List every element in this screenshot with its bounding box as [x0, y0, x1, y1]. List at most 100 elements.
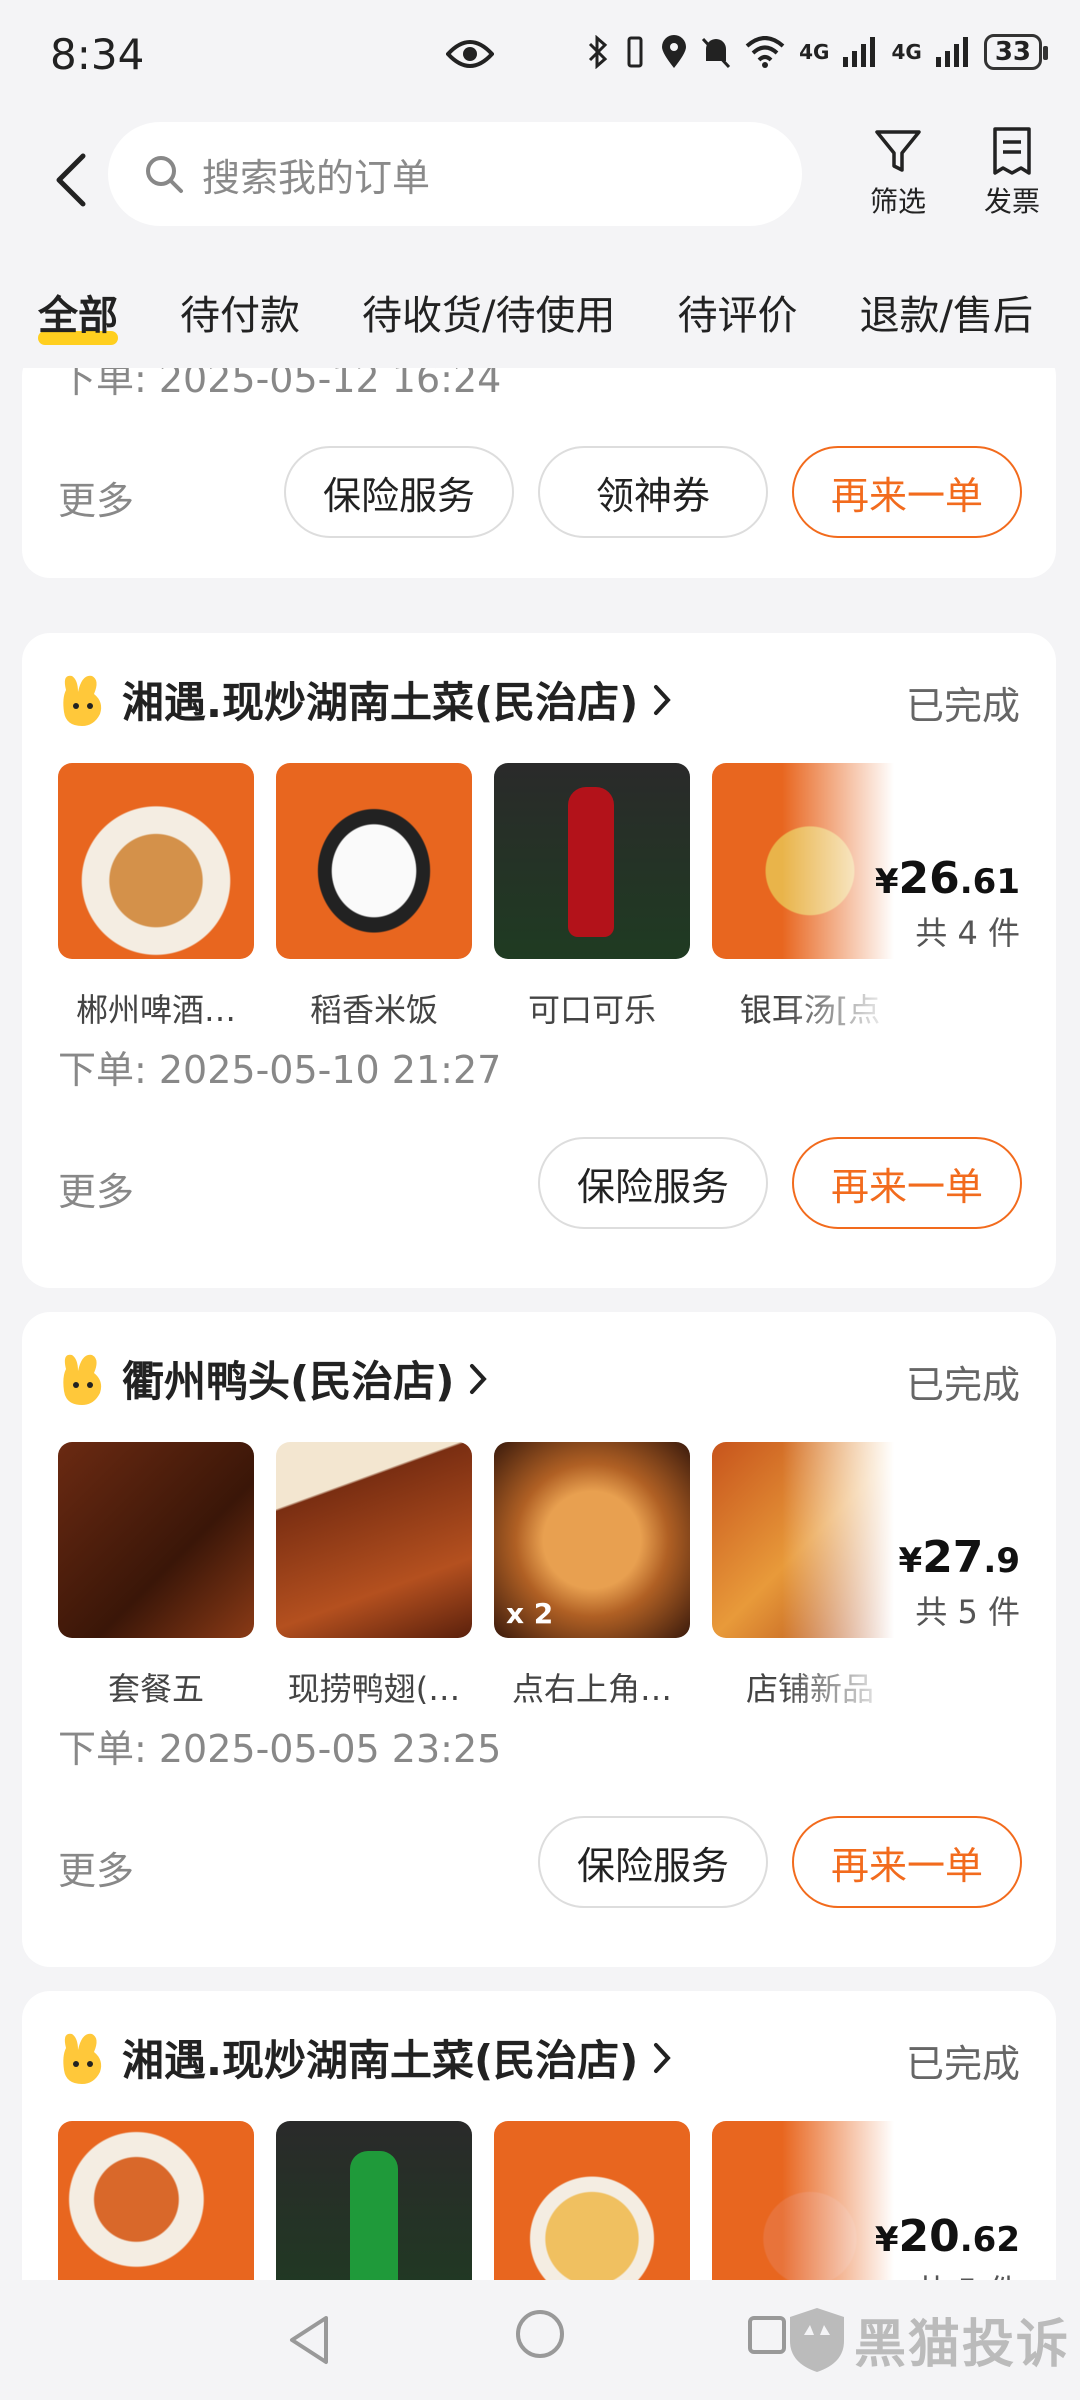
filter-button[interactable]: 筛选	[858, 126, 938, 220]
wifi-icon	[745, 36, 785, 68]
shop-link[interactable]: 湘遇.现炒湖南土菜(民治店)	[58, 669, 672, 730]
list-item[interactable]: 稻香米饭	[276, 763, 472, 1031]
tab-pending-review[interactable]: 待评价	[677, 283, 797, 341]
price-integer: 20	[898, 2211, 960, 2262]
more-button[interactable]: 更多	[58, 1161, 134, 1216]
signal-2-label: 4G	[891, 40, 922, 64]
chevron-right-icon	[654, 2042, 672, 2073]
item-name: 稻香米饭	[309, 991, 438, 1029]
signal-icon	[843, 37, 876, 67]
item-image	[58, 763, 254, 959]
order-tabs: 全部 待付款 待收货/待使用 待评价 退款/售后	[0, 262, 1080, 362]
insurance-button[interactable]: 保险服务	[538, 1137, 768, 1229]
shop-link[interactable]: 衢州鸭头(民治店)	[58, 1348, 488, 1409]
list-item[interactable]: 可口可乐	[494, 763, 690, 1031]
signal-icon	[935, 37, 968, 67]
order-card[interactable]: 衢州鸭头(民治店) 已完成 套餐五 现捞鸭翅(… x 2 点右上角… 店铺新品	[22, 1312, 1056, 1967]
list-item[interactable]	[494, 2121, 690, 2280]
tab-all[interactable]: 全部	[38, 283, 118, 345]
shop-name: 湘遇.现炒湖南土菜(民治店)	[122, 678, 639, 727]
insurance-button[interactable]: 保险服务	[284, 446, 514, 538]
quantity-badge: x 2	[506, 1597, 554, 1630]
status-time: 8:34	[50, 30, 145, 79]
order-card[interactable]: 湘遇.现炒湖南土菜(民治店) 已完成 郴州啤酒… 稻香米饭 可口可乐 银耳汤[点	[22, 633, 1056, 1288]
nav-home-icon[interactable]	[516, 2310, 564, 2358]
status-icons: 4G 4G 33	[587, 34, 1049, 70]
system-nav-bar: 黑猫投诉	[0, 2280, 1080, 2400]
search-input[interactable]: 搜索我的订单	[108, 122, 802, 226]
mute-bell-icon	[702, 37, 731, 69]
chevron-right-icon	[654, 684, 672, 715]
list-item[interactable]: 套餐五	[58, 1442, 254, 1710]
list-item[interactable]: x 2 点右上角…	[494, 1442, 690, 1710]
nav-back-icon[interactable]	[286, 2314, 332, 2366]
reorder-button[interactable]: 再来一单	[792, 446, 1022, 538]
shop-link[interactable]: 湘遇.现炒湖南土菜(民治店)	[58, 2027, 672, 2088]
item-name: 点右上角…	[511, 1670, 672, 1708]
price-decimal: .9	[983, 1541, 1020, 1581]
reorder-button[interactable]: 再来一单	[792, 1816, 1022, 1908]
item-count: 共 4 件	[915, 914, 1020, 952]
shop-name: 衢州鸭头(民治店)	[122, 1357, 455, 1406]
tab-pending-payment[interactable]: 待付款	[180, 283, 300, 341]
cola-bottle	[568, 787, 614, 937]
soda-bottle	[350, 2151, 398, 2280]
order-time: 下单: 2025-05-10 21:27	[58, 1048, 502, 1092]
signal-1-label: 4G	[799, 40, 830, 64]
header: 搜索我的订单 筛选 发票	[0, 110, 1080, 250]
item-image	[276, 763, 472, 959]
item-image: x 2	[494, 1442, 690, 1638]
price-integer: 27	[922, 1532, 984, 1583]
item-name: 现捞鸭翅(…	[287, 1670, 461, 1708]
order-status: 已完成	[905, 684, 1020, 728]
location-icon	[662, 35, 687, 68]
back-button[interactable]	[40, 145, 100, 215]
chevron-left-icon	[56, 153, 86, 207]
order-total: ¥20.62 共 5 件	[875, 2211, 1020, 2280]
more-button[interactable]: 更多	[58, 470, 134, 525]
order-card[interactable]: 下单: 2025-05-12 16:24 更多 保险服务 领神券 再来一单	[22, 368, 1056, 578]
order-total: ¥27.9 共 5 件	[899, 1532, 1020, 1633]
order-status: 已完成	[905, 1363, 1020, 1407]
item-image	[494, 2121, 690, 2280]
order-time: 下单: 2025-05-05 23:25	[58, 1727, 502, 1771]
status-bar: 8:34 4G 4G 33	[0, 0, 1080, 110]
list-item[interactable]	[276, 2121, 472, 2280]
shop-logo-icon	[63, 1354, 102, 1405]
eye-icon	[446, 40, 494, 68]
item-image	[276, 1442, 472, 1638]
item-image	[494, 763, 690, 959]
list-item[interactable]	[58, 2121, 254, 2280]
item-image	[276, 2121, 472, 2280]
currency-symbol: ¥	[874, 2220, 899, 2260]
currency-symbol: ¥	[874, 862, 899, 902]
tab-pending-receipt[interactable]: 待收货/待使用	[362, 283, 615, 341]
order-list: 下单: 2025-05-12 16:24 更多 保险服务 领神券 再来一单 湘遇…	[0, 368, 1080, 2280]
order-status: 已完成	[905, 2042, 1020, 2086]
item-name: 郴州啤酒…	[75, 991, 236, 1029]
price-decimal: .62	[959, 2220, 1020, 2260]
battery-indicator: 33	[983, 34, 1049, 70]
tab-refund[interactable]: 退款/售后	[859, 283, 1032, 341]
insurance-button[interactable]: 保险服务	[538, 1816, 768, 1908]
item-name: 可口可乐	[527, 991, 656, 1029]
invoice-icon	[993, 127, 1031, 175]
list-item[interactable]: 郴州啤酒…	[58, 763, 254, 1031]
filter-label: 筛选	[869, 185, 926, 218]
search-icon	[146, 156, 183, 193]
chevron-right-icon	[470, 1363, 488, 1394]
more-button[interactable]: 更多	[58, 1840, 134, 1895]
reorder-button[interactable]: 再来一单	[792, 1137, 1022, 1229]
invoice-button[interactable]: 发票	[972, 126, 1052, 220]
order-card[interactable]: 湘遇.现炒湖南土菜(民治店) 已完成 ¥20.62 共 5 件	[22, 1991, 1056, 2280]
item-count: 共 5 件	[915, 1593, 1020, 1631]
list-item[interactable]: 现捞鸭翅(…	[276, 1442, 472, 1710]
price-integer: 26	[898, 853, 960, 904]
item-count: 共 5 件	[875, 2266, 1020, 2280]
nav-recent-icon[interactable]	[748, 2316, 786, 2354]
coupon-button[interactable]: 领神券	[538, 446, 768, 538]
watermark-text: 黑猫投诉	[853, 2315, 1070, 2375]
order-time: 下单: 2025-05-12 16:24	[58, 368, 502, 401]
shop-logo-icon	[63, 2033, 102, 2084]
currency-symbol: ¥	[898, 1541, 923, 1581]
